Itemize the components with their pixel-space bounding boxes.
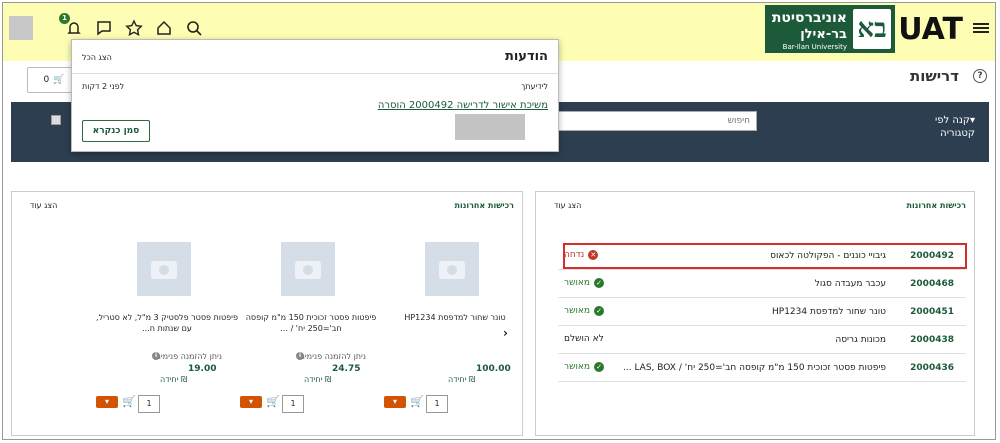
product-price: 19.00	[188, 364, 217, 374]
notification-badge: 1	[59, 13, 70, 24]
product-image[interactable]	[281, 242, 335, 296]
broken-image-icon	[51, 115, 61, 125]
product-card: פיפטות פסטר זכוכית 150 מ"מ קופסה חב'=250…	[236, 240, 386, 430]
order-id[interactable]: 2000451	[910, 307, 954, 317]
price-unit: ₪ יחידה	[448, 375, 476, 384]
product-card: פיפטות פסטר פלסטיק 3 מ"ל, לא סטריל, עם ש…	[92, 240, 242, 430]
add-to-cart-icon[interactable]: 🛒	[122, 395, 136, 408]
notification-label: לידיעתך	[520, 82, 548, 91]
cart-icon: 🛒	[53, 75, 65, 85]
quantity-input[interactable]: 1	[138, 395, 160, 413]
chevron-down-icon[interactable]: ▾	[384, 396, 406, 408]
cart-count: 0	[43, 75, 50, 85]
bell-icon[interactable]: 1	[59, 13, 83, 37]
info-icon[interactable]: i	[296, 352, 304, 360]
logo-text: בר-אילן	[800, 27, 847, 42]
product-image[interactable]	[137, 242, 191, 296]
check-icon: ✓	[594, 278, 605, 288]
help-icon[interactable]: ?	[973, 69, 987, 83]
logo-mark-icon: בא	[853, 9, 891, 49]
check-icon: ✓	[594, 362, 605, 372]
availability-label: ניתן להזמנה פנימית	[155, 352, 222, 361]
chevron-right-icon[interactable]: ›	[503, 326, 508, 340]
search-icon[interactable]	[185, 19, 203, 37]
order-description: מכונות גריסה	[835, 335, 886, 345]
status-label: מאושר	[564, 306, 591, 316]
status-label: מאושר	[564, 362, 591, 372]
category-menu[interactable]: ▾קנה לפי קטגוריה	[935, 114, 975, 140]
status-label: מאושר	[564, 278, 591, 288]
availability-label: ניתן להזמנה פנימית	[299, 352, 366, 361]
product-name[interactable]: פיפטות פסטר זכוכית 150 מ"מ קופסה חב'=250…	[236, 312, 386, 334]
order-id[interactable]: 2000436	[910, 363, 954, 373]
product-image[interactable]	[425, 242, 479, 296]
logo-subtext: Bar-Ilan University	[782, 43, 847, 51]
panel-title: רכישות אחרונות	[454, 201, 514, 210]
table-row[interactable]: 2000451 טונר שחור למדפסת HP1234 ✓ מאושר	[558, 298, 966, 326]
quantity-input[interactable]: 1	[282, 395, 304, 413]
avatar[interactable]	[9, 16, 33, 40]
notifications-dropdown: הודעות הצג הכל לידיעתך לפני 2 דקות משיכת…	[71, 39, 559, 152]
status-badge: ✓ מאושר	[564, 306, 605, 316]
table-row[interactable]: 2000468 עכבר מעבדה סגול ✓ מאושר	[558, 270, 966, 298]
price-unit: ₪ יחידה	[304, 375, 332, 384]
divider	[72, 73, 558, 74]
env-label: UAT	[898, 12, 963, 47]
price-unit: ₪ יחידה	[160, 375, 188, 384]
info-icon[interactable]: i	[152, 352, 160, 360]
chevron-down-icon[interactable]: ▾	[240, 396, 262, 408]
show-more-link[interactable]: הצג עוד	[30, 201, 57, 210]
order-description: טונר שחור למדפסת HP1234	[772, 307, 886, 317]
table-row[interactable]: 2000436 פיפטות פסטר זכוכית 150 מ"מ קופסה …	[558, 354, 966, 382]
order-description: עכבר מעבדה סגול	[814, 279, 886, 289]
home-icon[interactable]	[155, 19, 173, 37]
show-more-link[interactable]: הצג עוד	[554, 201, 581, 210]
product-price: 24.75	[332, 364, 361, 374]
add-to-cart-icon[interactable]: 🛒	[410, 395, 424, 408]
app-frame: UAT בא אוניברסיטת בר-אילן Bar-Ilan Unive…	[2, 2, 996, 440]
chat-icon[interactable]	[95, 19, 113, 37]
menu-icon[interactable]	[973, 21, 989, 35]
status-badge: לא הושלם	[564, 334, 604, 344]
logo-text: אוניברסיטת	[771, 10, 847, 26]
show-all-link[interactable]: הצג הכל	[82, 53, 112, 62]
product-name[interactable]: פיפטות פסטר פלסטיק 3 מ"ל, לא סטריל, עם ש…	[92, 312, 242, 334]
product-name[interactable]: טונר שחור למדפסת HP1234	[380, 312, 530, 323]
product-price: 100.00	[476, 364, 511, 374]
check-icon: ✓	[594, 306, 605, 316]
notification-time: לפני 2 דקות	[82, 82, 125, 91]
status-badge: ✓ מאושר	[564, 278, 605, 288]
university-logo[interactable]: בא אוניברסיטת בר-אילן Bar-Ilan Universit…	[765, 5, 895, 53]
order-description: פיפטות פסטר זכוכית 150 מ"מ קופסה חב'=250…	[623, 363, 886, 373]
status-label: לא הושלם	[564, 334, 604, 344]
add-to-cart-icon[interactable]: 🛒	[266, 395, 280, 408]
chevron-down-icon[interactable]: ▾	[96, 396, 118, 408]
products-carousel: טונר שחור למדפסת HP1234 100.00 ₪ יחידה ▾ 🛒 1 פ…	[32, 240, 511, 430]
quantity-input[interactable]: 1	[426, 395, 448, 413]
order-id[interactable]: 2000468	[910, 279, 954, 289]
page-title: דרישות	[909, 67, 959, 85]
mark-read-button[interactable]: סמן כנקרא	[82, 120, 150, 142]
header-icons: 1	[59, 13, 203, 39]
order-id[interactable]: 2000438	[910, 335, 954, 345]
notification-message-link[interactable]: משיכת אישור לדרישה 2000492 הוסרה	[378, 100, 548, 111]
recent-purchases-panel: רכישות אחרונות הצג עוד טונר שחור למדפסת …	[11, 191, 523, 436]
notifications-title: הודעות	[504, 49, 548, 64]
star-icon[interactable]	[125, 19, 143, 37]
redacted-block	[455, 114, 525, 140]
table-row[interactable]: 2000438 מכונות גריסה לא הושלם	[558, 326, 966, 354]
recent-orders-panel: רכישות אחרונות הצג עוד 2000492 גיבויי כונ…	[535, 191, 975, 436]
highlight-box	[563, 243, 967, 269]
panel-title: רכישות אחרונות	[906, 201, 966, 210]
status-badge: ✓ מאושר	[564, 362, 605, 372]
